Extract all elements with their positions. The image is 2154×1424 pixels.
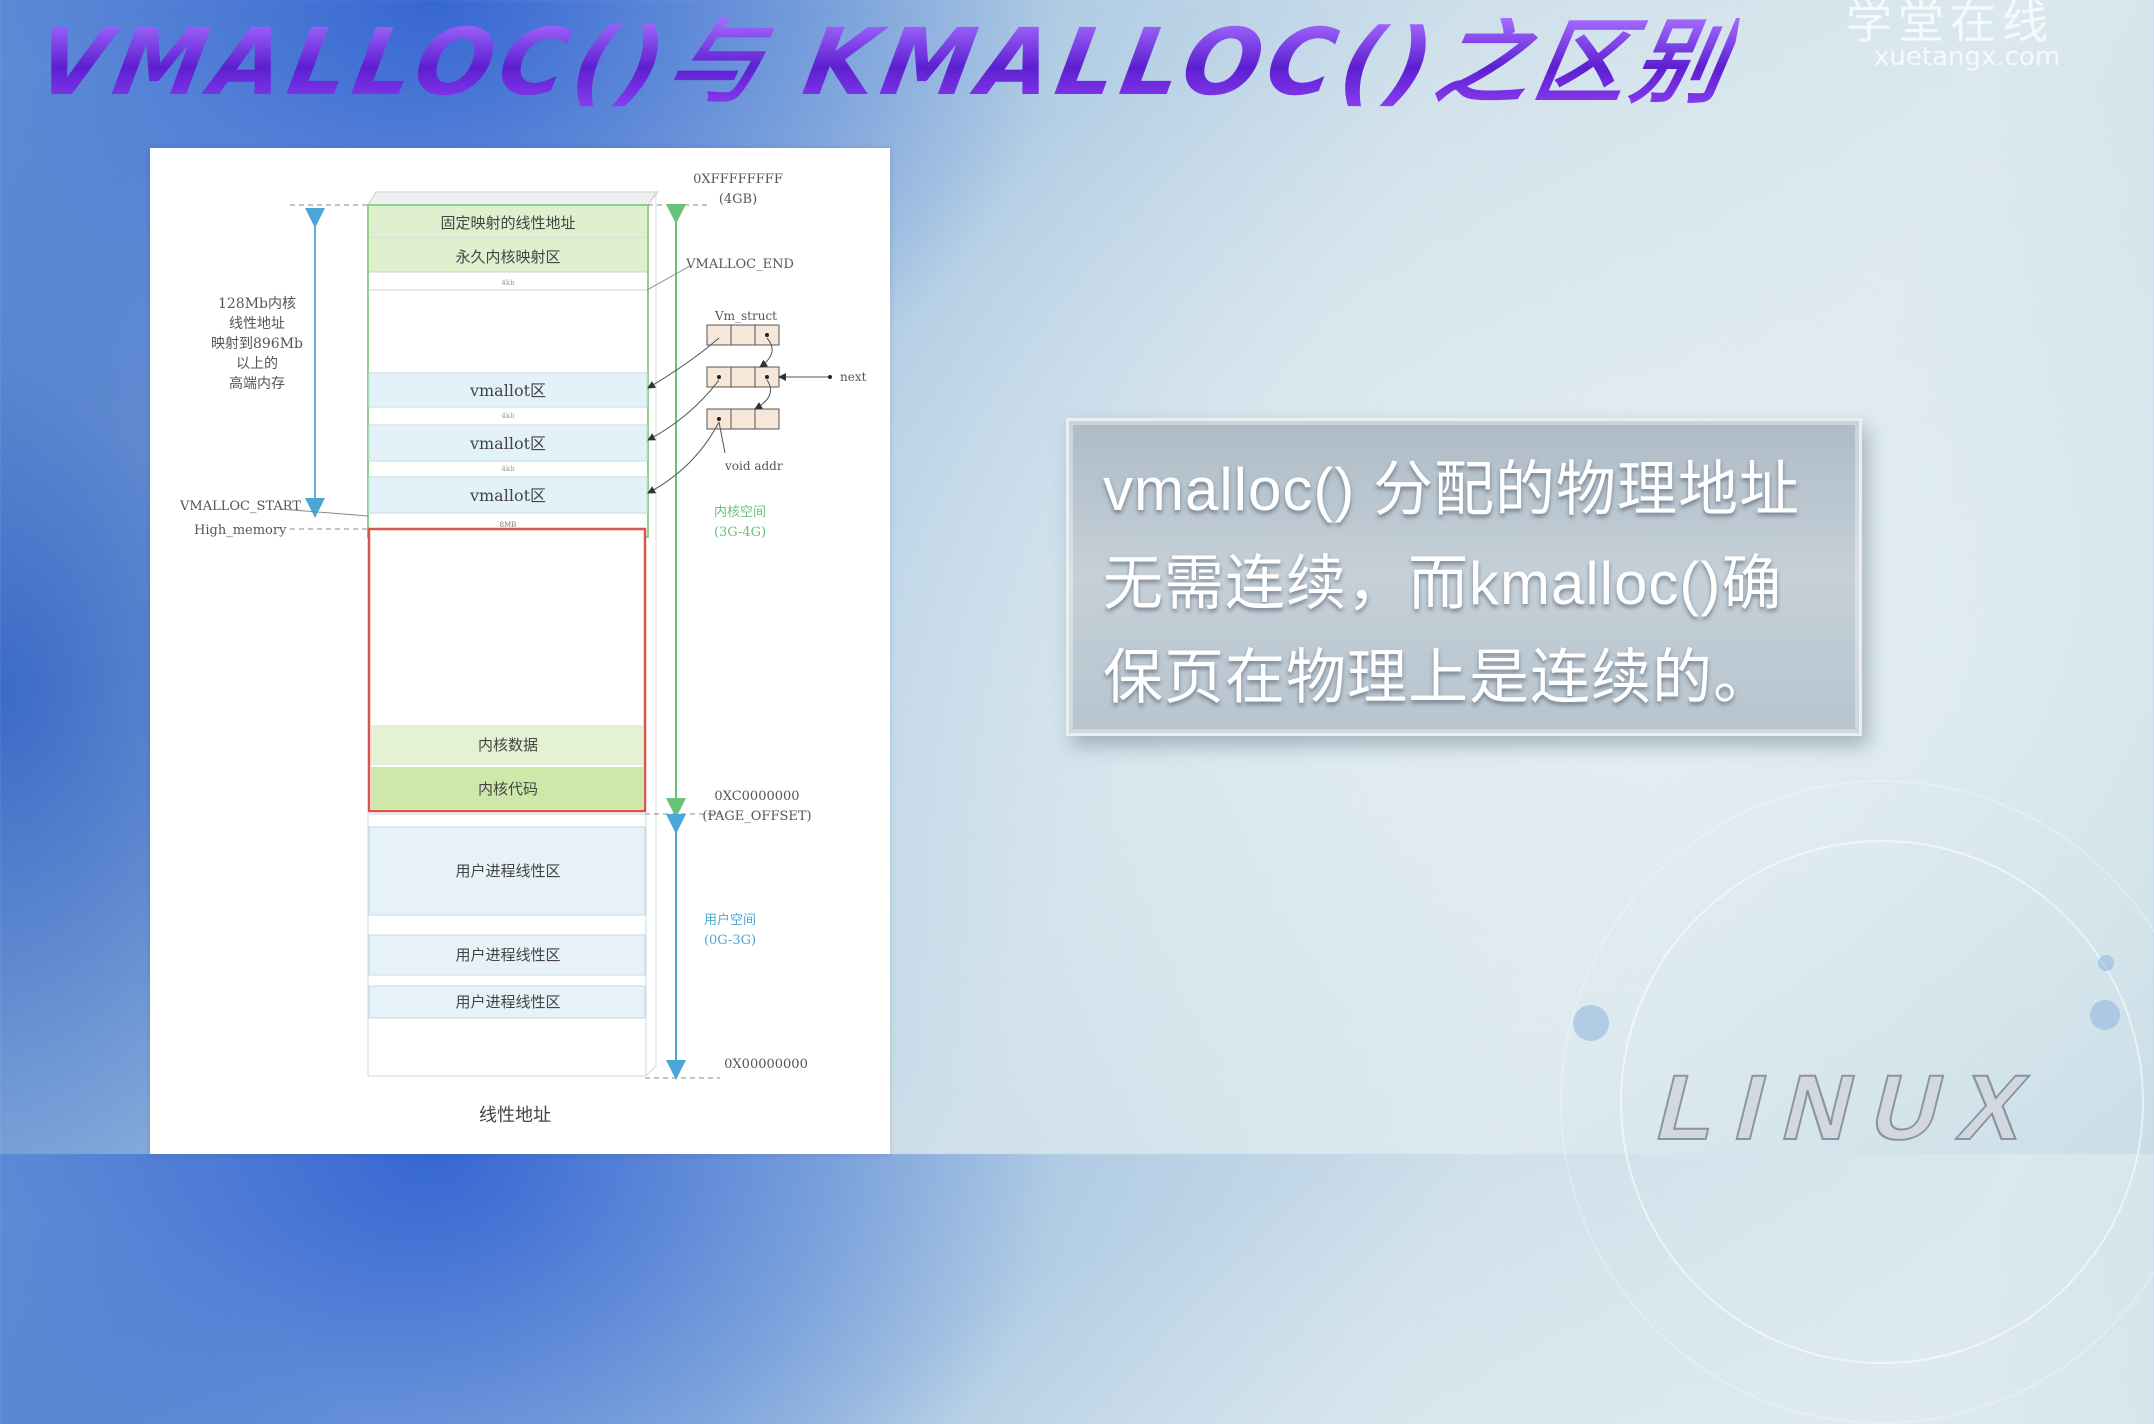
gap-label: 4kb [501, 412, 515, 420]
segment-vmalloc-3-label: vmallot区 [469, 486, 546, 505]
brand-watermark: 学堂在线 xuetangx.com [1846, 0, 2146, 72]
top-size-label: (4GB) [719, 192, 757, 207]
vmalloc-end-label: VMALLOC_END [685, 257, 794, 272]
segment-vmalloc-1-label: vmallot区 [469, 381, 546, 400]
kernel-range-label: (3G-4G) [714, 525, 766, 540]
vm-struct-label: Vm_struct [714, 309, 777, 323]
slide-title: VMALLOC()与 KMALLOC()之区别 [28, 9, 1742, 116]
memory-layout-diagram: 固定映射的线性地址 永久内核映射区 4kb vmallot区 4kb vmall… [179, 172, 867, 1126]
segment-user-2-label: 用户进程线性区 [455, 946, 560, 964]
user-space-label: 用户空间 [704, 912, 756, 928]
segment-pkmap-label: 永久内核映射区 [455, 248, 560, 266]
left-note-line: 映射到896Mb [211, 336, 303, 352]
left-note-line: 线性地址 [229, 316, 285, 332]
zero-address-label: 0X00000000 [724, 1057, 808, 1072]
gap-label: 4kb [501, 279, 515, 287]
next-pointer-label: next [840, 370, 867, 384]
decorative-dot [2098, 955, 2114, 971]
segment-vmalloc-2-label: vmallot区 [469, 434, 546, 453]
segment-kernel-data-label: 内核数据 [478, 736, 538, 754]
vmalloc-start-label: VMALLOC_START [179, 499, 301, 514]
linux-logo: LINUX [1646, 1056, 2059, 1160]
page-offset-label: (PAGE_OFFSET) [702, 809, 811, 824]
memory-layout-figure: 固定映射的线性地址 永久内核映射区 4kb vmallot区 4kb vmall… [150, 148, 890, 1154]
vm-struct-node [706, 324, 780, 346]
segment-kernel-code-label: 内核代码 [478, 780, 538, 798]
high-memory-label: High_memory [194, 523, 287, 538]
top-address-label: 0XFFFFFFFF [693, 172, 783, 187]
gap-label: 4kb [501, 465, 515, 473]
vm-struct-node [706, 408, 780, 430]
left-note-line: 以上的 [236, 356, 278, 372]
void-addr-label: void addr [724, 459, 783, 473]
vm-struct-node [706, 366, 780, 388]
segment-fixmap-label: 固定映射的线性地址 [440, 214, 575, 232]
decorative-dot [1573, 1005, 1609, 1041]
kernel-space-label: 内核空间 [714, 504, 766, 520]
diagram-caption: 线性地址 [479, 1105, 551, 1126]
left-note-line: 高端内存 [229, 375, 285, 392]
brand-url: xuetangx.com [1874, 42, 2061, 72]
segment-user-1-label: 用户进程线性区 [455, 862, 560, 880]
callout-box: vmalloc() 分配的物理地址无需连续，而kmalloc()确保页在物理上是… [1066, 418, 1862, 736]
decorative-dot [2090, 1000, 2120, 1030]
callout-text: vmalloc() 分配的物理地址无需连续，而kmalloc()确保页在物理上是… [1103, 456, 1801, 711]
column-top-face [367, 191, 660, 206]
left-note-line: 128Mb内核 [218, 296, 296, 312]
page-offset-address-label: 0XC0000000 [714, 789, 799, 804]
user-range-label: (0G-3G) [704, 933, 756, 948]
segment-user-3-label: 用户进程线性区 [455, 993, 560, 1011]
